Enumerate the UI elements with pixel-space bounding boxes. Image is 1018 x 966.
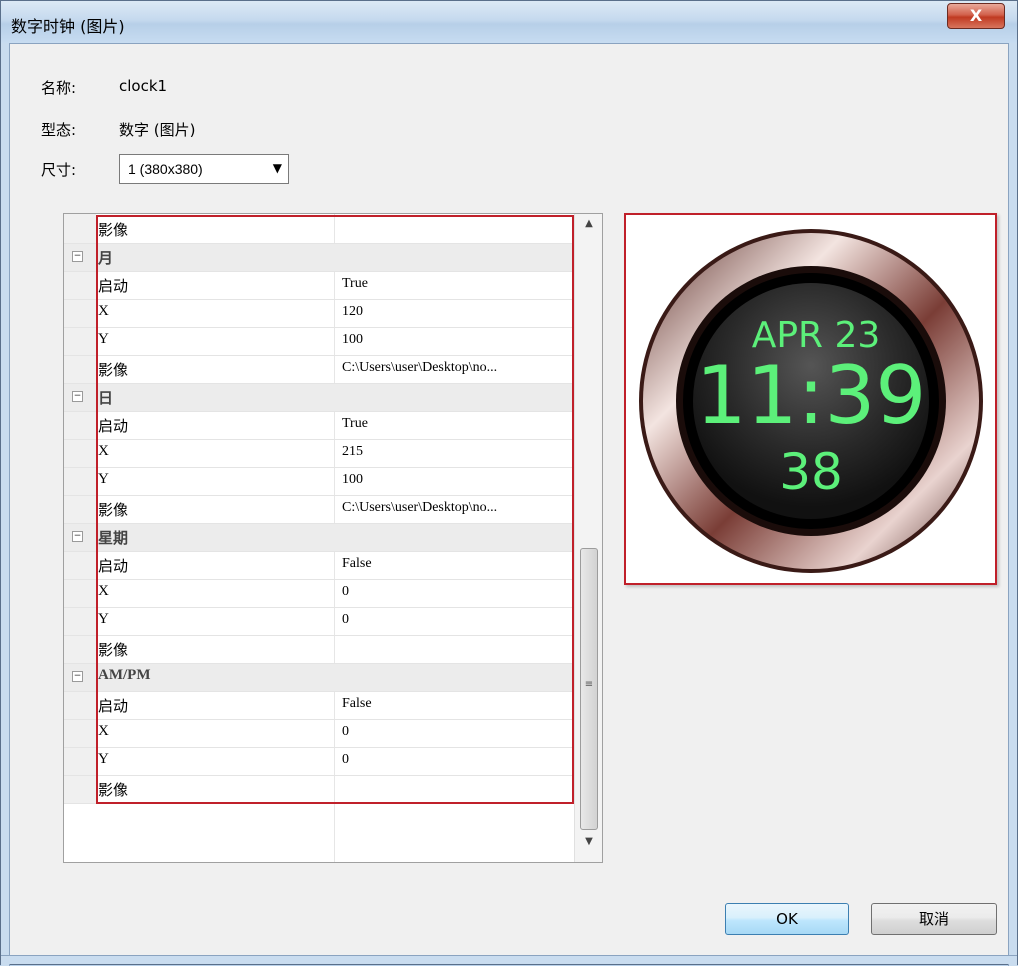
property-name: 启动: [98, 699, 129, 715]
clock-preview: APR 23 11:39 38: [624, 213, 997, 585]
collapse-icon[interactable]: −: [72, 251, 83, 262]
window-frame-bottom: [1, 955, 1017, 964]
property-name: X: [98, 303, 109, 319]
property-name: Y: [98, 331, 109, 347]
grid-property-row[interactable]: 影像: [64, 636, 574, 664]
clock-image: APR 23 11:39 38: [639, 229, 983, 573]
property-name: 启动: [98, 419, 129, 435]
property-name: 影像: [98, 783, 129, 799]
chevron-down-icon: ▼: [272, 161, 282, 175]
scroll-down-icon[interactable]: ▼: [575, 836, 602, 856]
collapse-icon[interactable]: −: [72, 671, 83, 682]
category-label: 月: [98, 251, 114, 267]
grid-property-row[interactable]: Y0: [64, 608, 574, 636]
grid-property-row[interactable]: 影像: [64, 776, 574, 804]
title-bar[interactable]: 数字时钟 (图片) X: [1, 1, 1017, 44]
property-name: 启动: [98, 279, 129, 295]
property-name: Y: [98, 471, 109, 487]
grid-property-row[interactable]: 影像 C:\Users\user\Desktop\no...: [64, 356, 574, 384]
category-label: AM/PM: [98, 667, 151, 683]
ok-button[interactable]: OK: [725, 903, 849, 935]
grid-property-row[interactable]: Y 100: [64, 328, 574, 356]
property-value[interactable]: 100: [342, 332, 570, 348]
category-label: 日: [98, 391, 114, 407]
grid-property-row[interactable]: X0: [64, 720, 574, 748]
property-name: 启动: [98, 559, 129, 575]
grid-property-row[interactable]: X 215: [64, 440, 574, 468]
grid-property-row[interactable]: 启动 True: [64, 272, 574, 300]
grid-property-row[interactable]: 影像: [64, 216, 574, 244]
grid-property-row[interactable]: X 120: [64, 300, 574, 328]
property-name: X: [98, 723, 109, 739]
clock-seconds-text: 38: [779, 443, 843, 501]
dialog-window: 数字时钟 (图片) X 名称: clock1 型态: 数字 (图片) 尺寸: 1…: [0, 0, 1018, 966]
scroll-grip-icon: ≡: [584, 679, 594, 690]
collapse-icon[interactable]: −: [72, 391, 83, 402]
grid-property-row[interactable]: X0: [64, 580, 574, 608]
cancel-button[interactable]: 取消: [871, 903, 997, 935]
size-dropdown[interactable]: 1 (380x380) ▼: [119, 154, 289, 184]
window-title: 数字时钟 (图片): [11, 17, 125, 36]
property-value[interactable]: 0: [342, 724, 570, 740]
property-name: 影像: [98, 643, 129, 659]
property-value[interactable]: 0: [342, 752, 570, 768]
property-value[interactable]: C:\Users\user\Desktop\no...: [342, 360, 570, 376]
grid-property-row[interactable]: Y0: [64, 748, 574, 776]
property-value[interactable]: 0: [342, 584, 570, 600]
size-dropdown-value: 1 (380x380): [128, 161, 203, 177]
name-label: 名称:: [41, 79, 77, 97]
close-button[interactable]: X: [947, 3, 1005, 29]
grid-property-row[interactable]: 启动 True: [64, 412, 574, 440]
window-frame-left: [1, 43, 10, 966]
property-value[interactable]: True: [342, 416, 570, 432]
clock-time-text: 11:39: [696, 349, 927, 442]
property-value[interactable]: 0: [342, 612, 570, 628]
type-value: 数字 (图片): [119, 121, 196, 139]
property-value[interactable]: 215: [342, 444, 570, 460]
type-label: 型态:: [41, 121, 77, 139]
window-frame-right: [1008, 43, 1017, 966]
property-value[interactable]: False: [342, 556, 570, 572]
grid-property-row[interactable]: 启动 False: [64, 552, 574, 580]
grid-property-row[interactable]: 启动 False: [64, 692, 574, 720]
property-name: 影像: [98, 223, 129, 239]
property-value[interactable]: 120: [342, 304, 570, 320]
property-name: X: [98, 583, 109, 599]
scroll-thumb[interactable]: ≡: [580, 548, 598, 830]
grid-property-row[interactable]: Y 100: [64, 468, 574, 496]
grid-property-row[interactable]: 影像 C:\Users\user\Desktop\no...: [64, 496, 574, 524]
grid-category-row[interactable]: − 日: [64, 384, 574, 412]
property-name: X: [98, 443, 109, 459]
category-label: 星期: [98, 531, 129, 547]
property-name: 影像: [98, 503, 129, 519]
size-label: 尺寸:: [41, 161, 77, 179]
property-name: 影像: [98, 363, 129, 379]
property-value[interactable]: False: [342, 696, 570, 712]
property-name: Y: [98, 751, 109, 767]
name-value: clock1: [119, 77, 168, 95]
grid-category-row[interactable]: − AM/PM: [64, 664, 574, 692]
collapse-icon[interactable]: −: [72, 531, 83, 542]
property-grid: 影像 − 月启动 True X 120 Y 100 影像 C:\Users\user\Deskto…: [63, 213, 603, 863]
grid-category-row[interactable]: − 星期: [64, 524, 574, 552]
scroll-up-icon[interactable]: ▲: [575, 218, 602, 238]
grid-category-row[interactable]: − 月: [64, 244, 574, 272]
grid-scrollbar[interactable]: ▲ ≡ ▼: [574, 214, 602, 862]
property-value[interactable]: 100: [342, 472, 570, 488]
property-value[interactable]: True: [342, 276, 570, 292]
property-name: Y: [98, 611, 109, 627]
property-value[interactable]: C:\Users\user\Desktop\no...: [342, 500, 570, 516]
